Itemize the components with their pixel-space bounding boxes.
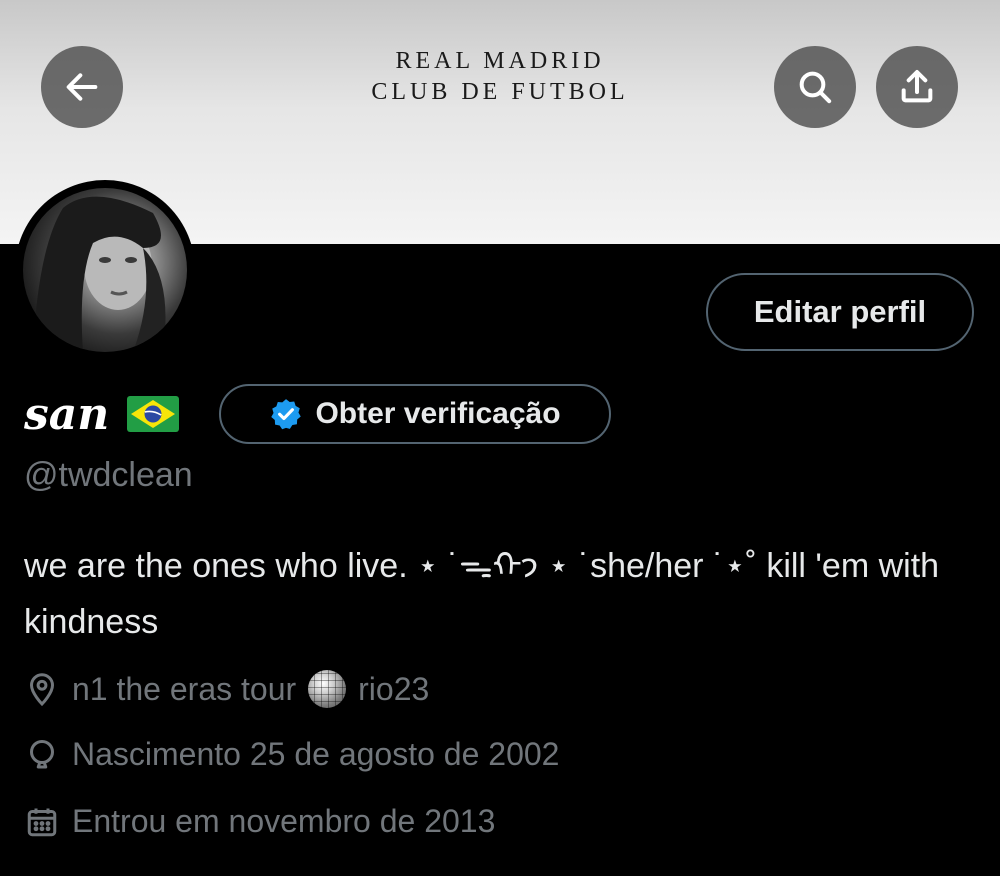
- disco-ball-icon: [308, 670, 347, 708]
- avatar[interactable]: [15, 180, 195, 360]
- edit-profile-button[interactable]: Editar perfil: [706, 273, 974, 351]
- arrow-left-icon: [66, 73, 98, 101]
- get-verified-button[interactable]: Obter verificação: [219, 384, 611, 444]
- search-icon: [799, 71, 832, 104]
- user-handle: @twdclean: [24, 456, 193, 494]
- share-upload-icon: [901, 70, 933, 103]
- search-button[interactable]: [774, 46, 856, 128]
- brazil-flag-icon: [127, 396, 180, 432]
- back-button[interactable]: [41, 46, 123, 128]
- location-text-2: rio23: [358, 670, 430, 707]
- joined-date-text: Entrou em novembro de 2013: [72, 803, 496, 839]
- location-text: n1 the eras tour: [72, 670, 297, 707]
- joined-row: Entrou em novembro de 2013: [24, 803, 495, 840]
- display-name: san: [24, 388, 110, 440]
- balloon-icon: [30, 739, 54, 768]
- avatar-photo: [23, 188, 187, 352]
- share-button[interactable]: [876, 46, 958, 128]
- calendar-icon: [27, 808, 57, 836]
- birth-row: Nascimento 25 de agosto de 2002: [24, 736, 559, 773]
- verified-badge-icon: [271, 399, 302, 430]
- profile-bio: we are the ones who live. ⋆ ˙ᯓᡣ𐭩 ⋆ ˙she/…: [24, 547, 940, 641]
- name-row: san: [24, 384, 180, 444]
- birth-date-text: Nascimento 25 de agosto de 2002: [72, 736, 560, 772]
- location-row: n1 the eras tour rio23: [24, 670, 429, 708]
- location-pin-icon: [29, 673, 55, 707]
- get-verified-label: Obter verificação: [315, 397, 561, 430]
